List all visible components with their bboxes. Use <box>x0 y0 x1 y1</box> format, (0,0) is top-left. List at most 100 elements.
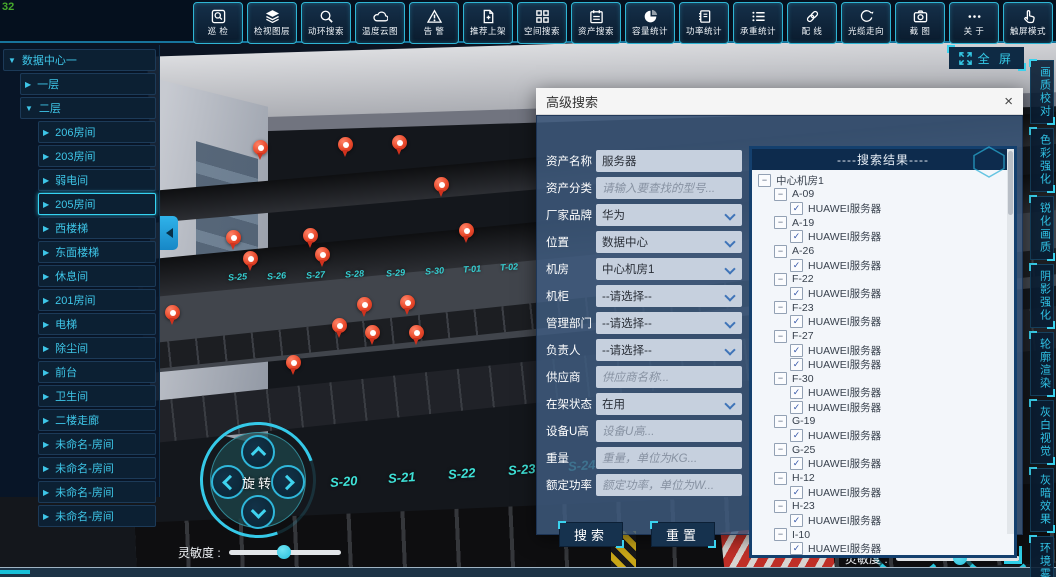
sidebar-room-item[interactable]: ▶ 一层 <box>20 73 156 95</box>
close-icon[interactable]: × <box>994 93 1023 110</box>
location-pin-icon[interactable] <box>392 135 407 150</box>
toolbar-button[interactable]: 巡 检 <box>193 2 243 44</box>
sidebar-room-item[interactable]: ▶ 未命名-房间 <box>38 433 156 455</box>
location-pin-icon[interactable] <box>226 230 241 245</box>
results-tree-item[interactable]: HUAWEI服务器 <box>752 428 1014 442</box>
scrollbar-thumb[interactable] <box>1008 151 1013 215</box>
tree-node-icon[interactable] <box>758 174 771 187</box>
form-field[interactable]: 重量，单位为KG... <box>596 447 742 469</box>
form-field[interactable]: 供应商名称... <box>596 366 742 388</box>
results-tree-item[interactable]: HUAWEI服务器 <box>752 315 1014 329</box>
sensitivity-slider-track[interactable] <box>229 550 341 555</box>
effect-button[interactable]: 环境雾化 <box>1030 536 1054 577</box>
tree-node-icon[interactable] <box>790 486 803 499</box>
fullscreen-button[interactable]: 全 屏 <box>949 47 1024 69</box>
toolbar-button[interactable]: 配 线 <box>787 2 837 44</box>
toolbar-button[interactable]: 推荐上架 <box>463 2 513 44</box>
tree-node-icon[interactable] <box>774 216 787 229</box>
results-tree-item[interactable]: HUAWEI服务器 <box>752 485 1014 499</box>
location-pin-icon[interactable] <box>286 355 301 370</box>
location-pin-icon[interactable] <box>459 223 474 238</box>
results-tree-item[interactable]: G-19 <box>752 414 1014 428</box>
results-tree-item[interactable]: HUAWEI服务器 <box>752 230 1014 244</box>
results-tree-item[interactable]: F-27 <box>752 329 1014 343</box>
rotate-down-button[interactable] <box>241 495 275 529</box>
location-pin-icon[interactable] <box>243 251 258 266</box>
toolbar-button[interactable]: 温度云图 <box>355 2 405 44</box>
sidebar-room-item[interactable]: ▶ 二楼走廊 <box>38 409 156 431</box>
results-tree-item[interactable]: HUAWEI服务器 <box>752 287 1014 301</box>
location-pin-icon[interactable] <box>303 228 318 243</box>
toolbar-button[interactable]: 承重统计 <box>733 2 783 44</box>
sensitivity-slider-thumb[interactable] <box>277 545 291 559</box>
location-pin-icon[interactable] <box>357 297 372 312</box>
effect-button[interactable]: 锐化画质 <box>1030 196 1054 260</box>
reset-button[interactable]: 重置 <box>651 522 715 547</box>
form-field[interactable]: 数据中心 <box>596 231 742 253</box>
toolbar-button[interactable]: 关 于 <box>949 2 999 44</box>
tree-node-icon[interactable] <box>774 528 787 541</box>
sidebar-room-item[interactable]: ▶ 电梯 <box>38 313 156 335</box>
sidebar-room-item[interactable]: ▶ 未命名-房间 <box>38 481 156 503</box>
results-tree-item[interactable]: HUAWEI服务器 <box>752 357 1014 371</box>
form-field[interactable]: --请选择-- <box>596 339 742 361</box>
sidebar-room-item[interactable]: ▶ 201房间 <box>38 289 156 311</box>
effect-button[interactable]: 色彩强化 <box>1030 128 1054 192</box>
results-tree-item[interactable]: F-22 <box>752 272 1014 286</box>
tree-node-icon[interactable] <box>790 457 803 470</box>
toolbar-button[interactable]: 空间搜索 <box>517 2 567 44</box>
sidebar-room-item[interactable]: ▶ 弱电间 <box>38 169 156 191</box>
toolbar-button[interactable]: 功率统计 <box>679 2 729 44</box>
form-field[interactable]: 额定功率，单位为W... <box>596 474 742 496</box>
toolbar-button[interactable]: 触屏模式 <box>1003 2 1053 44</box>
tree-node-icon[interactable] <box>774 188 787 201</box>
location-pin-icon[interactable] <box>338 137 353 152</box>
results-scrollbar[interactable] <box>1007 149 1014 534</box>
sidebar-room-item[interactable]: ▶ 西楼梯 <box>38 217 156 239</box>
tree-node-icon[interactable] <box>774 245 787 258</box>
form-field[interactable]: 服务器 <box>596 150 742 172</box>
sidebar-room-item[interactable]: ▶ 休息间 <box>38 265 156 287</box>
tree-node-icon[interactable] <box>790 287 803 300</box>
sidebar-room-item[interactable]: ▶ 205房间 <box>38 193 156 215</box>
form-field[interactable]: --请选择-- <box>596 312 742 334</box>
results-tree-item[interactable]: A-09 <box>752 187 1014 201</box>
location-pin-icon[interactable] <box>400 295 415 310</box>
results-tree-item[interactable]: A-19 <box>752 216 1014 230</box>
sidebar-room-item[interactable]: ▼ 数据中心一 <box>3 49 156 71</box>
results-tree-item[interactable]: I-10 <box>752 528 1014 542</box>
sidebar-room-item[interactable]: ▶ 前台 <box>38 361 156 383</box>
sidebar-room-item[interactable]: ▼ 二层 <box>20 97 156 119</box>
tree-node-icon[interactable] <box>790 344 803 357</box>
location-pin-icon[interactable] <box>165 305 180 320</box>
tree-node-icon[interactable] <box>774 472 787 485</box>
tree-node-icon[interactable] <box>774 443 787 456</box>
location-pin-icon[interactable] <box>365 325 380 340</box>
results-tree-item[interactable]: HUAWEI服务器 <box>752 400 1014 414</box>
effect-button[interactable]: 灰暗效果 <box>1030 468 1054 532</box>
tree-node-icon[interactable] <box>774 330 787 343</box>
sidebar-room-item[interactable]: ▶ 卫生间 <box>38 385 156 407</box>
form-field[interactable]: 设备U高... <box>596 420 742 442</box>
location-pin-icon[interactable] <box>332 318 347 333</box>
toolbar-button[interactable]: 告 警 <box>409 2 459 44</box>
toolbar-button[interactable]: 截 图 <box>895 2 945 44</box>
results-tree-item[interactable]: A-26 <box>752 244 1014 258</box>
tree-node-icon[interactable] <box>774 415 787 428</box>
results-tree-item[interactable]: F-23 <box>752 301 1014 315</box>
search-button[interactable]: 搜索 <box>559 522 623 547</box>
form-field[interactable]: --请选择-- <box>596 285 742 307</box>
effect-button[interactable]: 轮廓渲染 <box>1030 332 1054 396</box>
location-pin-icon[interactable] <box>434 177 449 192</box>
sidebar-room-item[interactable]: ▶ 东面楼梯 <box>38 241 156 263</box>
location-pin-icon[interactable] <box>315 247 330 262</box>
tree-node-icon[interactable] <box>790 514 803 527</box>
sidebar-room-item[interactable]: ▶ 206房间 <box>38 121 156 143</box>
tree-node-icon[interactable] <box>774 273 787 286</box>
effect-button[interactable]: 阴影强化 <box>1030 264 1054 328</box>
toolbar-button[interactable]: 容量统计 <box>625 2 675 44</box>
tree-node-icon[interactable] <box>790 386 803 399</box>
tree-node-icon[interactable] <box>790 542 803 555</box>
results-tree-item[interactable]: HUAWEI服务器 <box>752 386 1014 400</box>
toolbar-button[interactable]: 动环搜索 <box>301 2 351 44</box>
